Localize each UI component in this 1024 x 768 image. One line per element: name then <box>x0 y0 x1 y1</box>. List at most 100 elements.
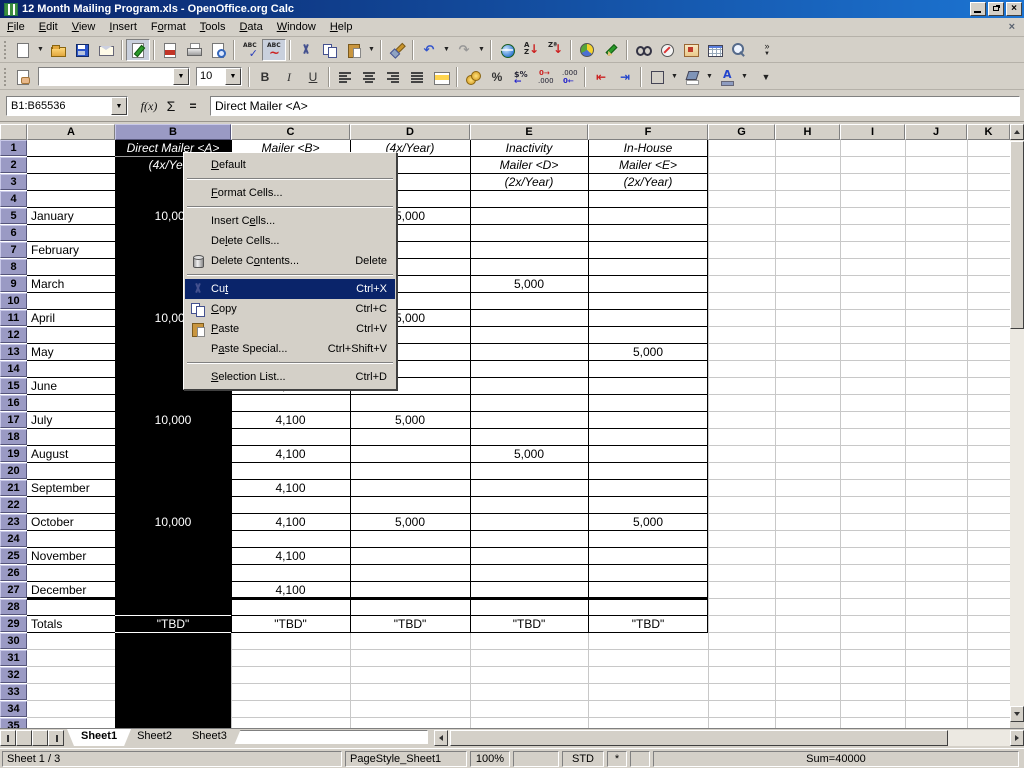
row-header-19[interactable]: 19 <box>0 446 27 462</box>
spreadsheet-grid[interactable]: ABCDEFGHIJK12345678910111213141516171819… <box>0 124 1010 728</box>
cell-F13[interactable]: 5,000 <box>589 344 707 360</box>
row-header-25[interactable]: 25 <box>0 548 27 564</box>
row-header-11[interactable]: 11 <box>0 310 27 326</box>
cell-A17[interactable]: July <box>28 412 114 428</box>
gallery-button[interactable] <box>679 39 703 61</box>
row-header-33[interactable]: 33 <box>0 684 27 700</box>
row-header-16[interactable]: 16 <box>0 395 27 411</box>
cell-F29[interactable]: "TBD" <box>589 616 707 632</box>
cell-A25[interactable]: November <box>28 548 114 564</box>
cell-F2[interactable]: Mailer <E> <box>589 157 707 173</box>
minimize-button[interactable] <box>970 2 986 16</box>
align-justified-button[interactable] <box>405 66 429 88</box>
last-sheet-button[interactable] <box>48 730 64 746</box>
cell-C25[interactable]: 4,100 <box>232 548 349 564</box>
column-header-F[interactable]: F <box>588 124 708 140</box>
row-header-31[interactable]: 31 <box>0 650 27 666</box>
status-selection-mode[interactable]: STD <box>562 751 604 767</box>
row-header-13[interactable]: 13 <box>0 344 27 360</box>
column-header-E[interactable]: E <box>470 124 588 140</box>
borders-dropdown[interactable]: ▼ <box>669 66 680 88</box>
row-header-4[interactable]: 4 <box>0 191 27 207</box>
cell-D29[interactable]: "TBD" <box>351 616 469 632</box>
send-mail-button[interactable] <box>94 39 118 61</box>
cell-C23[interactable]: 4,100 <box>232 514 349 530</box>
font-color-button[interactable] <box>715 66 739 88</box>
scroll-left-button[interactable] <box>434 730 448 746</box>
context-menu-item-format-cells[interactable]: Format Cells... <box>185 183 395 203</box>
row-header-20[interactable]: 20 <box>0 463 27 479</box>
font-size-combo[interactable]: 10▼ <box>196 67 242 86</box>
cell-A27[interactable]: December <box>28 582 114 598</box>
row-header-12[interactable]: 12 <box>0 327 27 343</box>
context-menu-item-selection-list[interactable]: Selection List...Ctrl+D <box>185 367 395 387</box>
sheet-tab-sheet2[interactable]: Sheet2 <box>123 729 186 746</box>
cell-A15[interactable]: June <box>28 378 114 394</box>
background-color-button[interactable] <box>680 66 704 88</box>
row-header-23[interactable]: 23 <box>0 514 27 530</box>
row-header-22[interactable]: 22 <box>0 497 27 513</box>
context-menu-item-paste-special[interactable]: Paste Special...Ctrl+Shift+V <box>185 339 395 359</box>
number-format-standard-button[interactable] <box>509 66 533 88</box>
row-header-6[interactable]: 6 <box>0 225 27 241</box>
align-right-button[interactable] <box>381 66 405 88</box>
more-buttons-button[interactable]: »▼ <box>757 39 777 61</box>
cell-E19[interactable]: 5,000 <box>471 446 587 462</box>
row-header-32[interactable]: 32 <box>0 667 27 683</box>
row-header-24[interactable]: 24 <box>0 531 27 547</box>
row-header-26[interactable]: 26 <box>0 565 27 581</box>
menubar-item-window[interactable]: Window <box>270 19 323 35</box>
column-header-K[interactable]: K <box>967 124 1010 140</box>
cell-A11[interactable]: April <box>28 310 114 326</box>
borders-button[interactable] <box>645 66 669 88</box>
show-draw-functions-button[interactable] <box>599 39 623 61</box>
row-header-10[interactable]: 10 <box>0 293 27 309</box>
open-document-button[interactable] <box>46 39 70 61</box>
delete-decimal-place-button[interactable] <box>557 66 581 88</box>
column-header-D[interactable]: D <box>350 124 470 140</box>
menubar-item-edit[interactable]: Edit <box>32 19 65 35</box>
document-close-icon[interactable]: × <box>1006 21 1018 33</box>
cell-A19[interactable]: August <box>28 446 114 462</box>
undo-dropdown[interactable]: ▼ <box>441 39 452 61</box>
cell-C27[interactable]: 4,100 <box>232 582 349 598</box>
paste-dropdown[interactable]: ▼ <box>366 39 377 61</box>
cell-B29[interactable]: "TBD" <box>116 616 230 632</box>
cell-C21[interactable]: 4,100 <box>232 480 349 496</box>
menubar-item-data[interactable]: Data <box>232 19 269 35</box>
next-sheet-button[interactable] <box>32 730 48 746</box>
number-format-percent-button[interactable]: % <box>485 66 509 88</box>
context-menu-item-delete-cells[interactable]: Delete Cells... <box>185 231 395 251</box>
cell-A7[interactable]: February <box>28 242 114 258</box>
context-menu-item-default[interactable]: Default <box>185 155 395 175</box>
zoom-button[interactable] <box>727 39 751 61</box>
align-left-button[interactable] <box>333 66 357 88</box>
styles-button[interactable] <box>11 66 35 88</box>
menubar-item-help[interactable]: Help <box>323 19 360 35</box>
cell-A9[interactable]: March <box>28 276 114 292</box>
restore-button[interactable] <box>988 2 1004 16</box>
row-header-34[interactable]: 34 <box>0 701 27 717</box>
cell-A5[interactable]: January <box>28 208 114 224</box>
merge-cells-button[interactable] <box>429 66 453 88</box>
first-sheet-button[interactable] <box>0 730 16 746</box>
auto-spellcheck-button[interactable] <box>262 39 286 61</box>
menubar-item-tools[interactable]: Tools <box>193 19 233 35</box>
scroll-up-button[interactable] <box>1010 124 1024 140</box>
select-all-corner[interactable] <box>0 124 27 140</box>
row-header-15[interactable]: 15 <box>0 378 27 394</box>
insert-chart-button[interactable] <box>575 39 599 61</box>
bold-button[interactable]: B <box>253 66 277 88</box>
cell-F1[interactable]: In-House <box>589 140 707 156</box>
row-header-9[interactable]: 9 <box>0 276 27 292</box>
column-header-I[interactable]: I <box>840 124 905 140</box>
cell-E3[interactable]: (2x/Year) <box>471 174 587 190</box>
column-header-G[interactable]: G <box>708 124 775 140</box>
menubar-item-file[interactable]: File <box>0 19 32 35</box>
cell-C17[interactable]: 4,100 <box>232 412 349 428</box>
cut-button[interactable] <box>294 39 318 61</box>
cell-D23[interactable]: 5,000 <box>351 514 469 530</box>
spellcheck-button[interactable] <box>238 39 262 61</box>
name-box[interactable]: B1:B65536 ▼ <box>6 96 128 116</box>
page-preview-button[interactable] <box>206 39 230 61</box>
